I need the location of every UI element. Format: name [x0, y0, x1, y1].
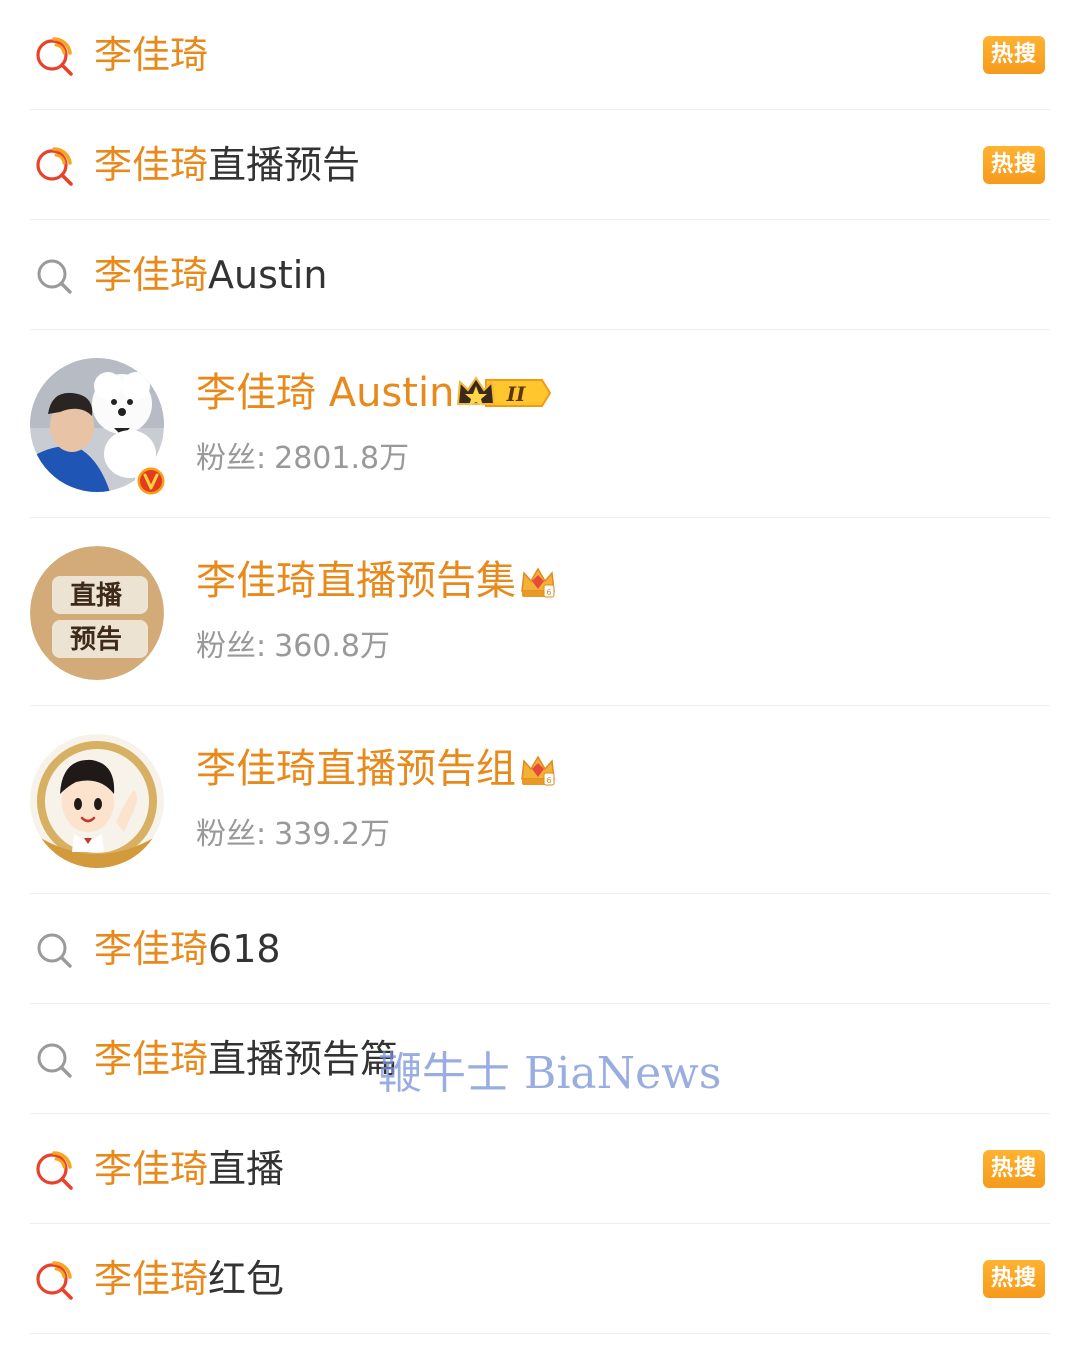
suggestion-text: 李佳琦	[94, 33, 209, 77]
svg-text:II: II	[506, 382, 526, 406]
user-name: 李佳琦直播预告组	[196, 746, 558, 792]
suggestion-text: 李佳琦618	[94, 927, 281, 971]
suggestion-text: 李佳琦直播预告篇	[94, 1037, 399, 1081]
live-preview-avatar[interactable]: 直播 预告	[30, 546, 164, 680]
search-suggestion-row[interactable]: 李佳琦 热搜	[0, 0, 1080, 110]
cartoon-avatar[interactable]	[30, 734, 164, 868]
suggestion-text: 李佳琦直播	[94, 1147, 285, 1191]
crown-level-badge-icon: II	[457, 376, 552, 407]
user-name: 李佳琦直播预告集	[196, 558, 558, 604]
hot-search-icon	[32, 1147, 76, 1191]
hot-search-badge: 热搜	[983, 36, 1045, 74]
divider	[30, 1333, 1050, 1334]
fans-count: 粉丝: 360.8万	[196, 629, 390, 664]
fans-count: 粉丝: 2801.8万	[196, 441, 410, 476]
fans-count: 粉丝: 339.2万	[196, 817, 390, 852]
gem-crown-icon	[518, 749, 558, 789]
search-icon	[32, 1037, 76, 1081]
user-name: 李佳琦 Austin II	[196, 370, 552, 416]
search-icon	[32, 253, 76, 297]
search-suggestion-row[interactable]: 李佳琦618	[0, 894, 1080, 1004]
hot-search-icon	[32, 1257, 76, 1301]
hot-search-icon	[32, 33, 76, 77]
hot-search-badge: 热搜	[983, 1260, 1045, 1298]
hot-search-badge: 热搜	[983, 1150, 1045, 1188]
search-suggestion-row[interactable]: 李佳琦直播预告 热搜	[0, 110, 1080, 220]
search-suggestion-row[interactable]: 李佳琦红包 热搜	[0, 1224, 1080, 1334]
user-result-row[interactable]: 李佳琦直播预告组 粉丝: 339.2万	[0, 706, 1080, 894]
gem-crown-icon	[518, 561, 558, 601]
suggestion-text: 李佳琦红包	[94, 1257, 285, 1301]
suggestion-text: 李佳琦直播预告	[94, 143, 361, 187]
verified-badge-icon	[135, 465, 167, 497]
hot-search-icon	[32, 143, 76, 187]
avatar-text-line1: 直播	[70, 581, 123, 611]
search-suggestion-row[interactable]: 李佳琦直播 热搜	[0, 1114, 1080, 1224]
avatar-text-line2: 预告	[70, 625, 122, 655]
hot-search-badge: 热搜	[983, 146, 1045, 184]
search-suggestion-row[interactable]: 李佳琦Austin	[0, 220, 1080, 330]
user-result-row[interactable]: 直播 预告 李佳琦直播预告集 粉丝: 360.8万	[0, 518, 1080, 706]
watermark: 鞭牛士 BiaNews	[378, 1048, 722, 1099]
suggestion-text: 李佳琦Austin	[94, 253, 328, 297]
user-result-row[interactable]: 李佳琦 Austin II 粉丝: 2801.8万	[0, 330, 1080, 518]
search-icon	[32, 927, 76, 971]
